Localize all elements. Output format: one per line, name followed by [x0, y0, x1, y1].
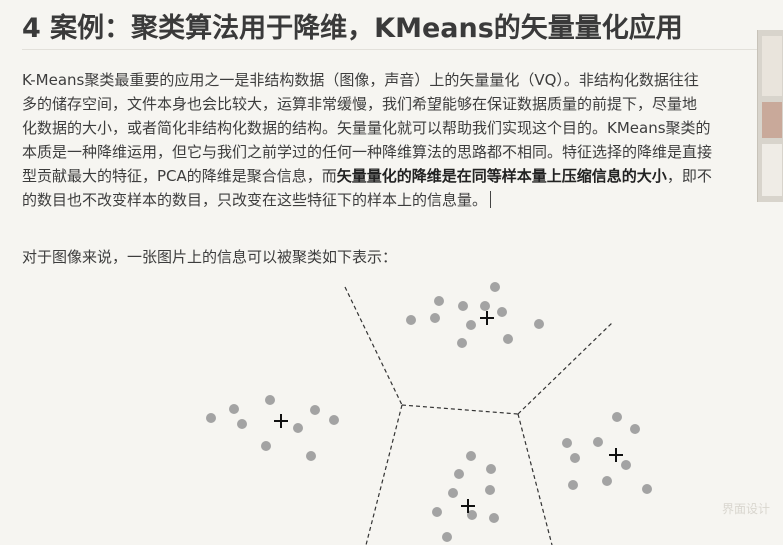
intro-sentence: 对于图像来说，一张图片上的信息可以被聚类如下表示： [22, 248, 398, 266]
bold-emphasis: 矢量量化的降维是在同等样本量上压缩信息的大小 [336, 167, 667, 185]
data-point [480, 301, 490, 311]
data-point [457, 338, 467, 348]
data-point [206, 413, 216, 423]
paragraph-line-2: 多的储存空间，文件本身也会比较大，运算非常缓慢，我们希望能够在保证数据质量的前提… [22, 95, 698, 113]
data-point [329, 415, 339, 425]
data-point [593, 437, 603, 447]
data-point [489, 513, 499, 523]
data-point [642, 484, 652, 494]
centroid-marker [480, 311, 494, 325]
data-point [602, 476, 612, 486]
boundary-center-top [401, 404, 519, 415]
data-point [621, 460, 631, 470]
data-point [568, 480, 578, 490]
data-point [454, 469, 464, 479]
thumbnail-3 [762, 144, 782, 196]
boundary-bottom-left [365, 404, 403, 545]
thumbnail-2 [762, 102, 782, 138]
centroid-marker [609, 448, 623, 462]
paragraph-line-6-text: 的数目也不改变样本的数目，只改变在这些特征下的样本上的信息量。 [22, 191, 488, 209]
side-thumbnail-strip [757, 30, 783, 202]
data-point [630, 424, 640, 434]
boundary-top-left [344, 286, 403, 406]
data-point [458, 301, 468, 311]
boundary-top-right [517, 322, 613, 415]
centroid-marker [274, 414, 288, 428]
paragraph-line-5-start: 型贡献最大的特征，PCA的降维是聚合信息，而 [22, 167, 337, 185]
data-point [306, 451, 316, 461]
article-content: 4 案例：聚类算法用于降维，KMeans的矢量量化应用 K-Means聚类最重要… [0, 0, 783, 545]
data-point [570, 453, 580, 463]
body-paragraph: K-Means聚类最重要的应用之一是非结构数据（图像，声音）上的矢量量化（VQ）… [22, 68, 782, 212]
paragraph-line-5: 型贡献最大的特征，PCA的降维是聚合信息，而矢量量化的降维是在同等样本量上压缩信… [22, 164, 782, 188]
heading-divider [22, 49, 762, 50]
paragraph-line-1: K-Means聚类最重要的应用之一是非结构数据（图像，声音）上的矢量量化（VQ）… [22, 71, 699, 89]
paragraph-line-3: 化数据的大小，或者简化非结构化数据的结构。矢量量化就可以帮助我们实现这个目的。K… [22, 119, 711, 137]
data-points [206, 282, 652, 542]
paragraph-line-4: 本质是一种降维运用，但它与我们之前学过的任何一种降维算法的思路都不相同。特征选择… [22, 143, 713, 161]
data-point [466, 320, 476, 330]
data-point [448, 488, 458, 498]
paragraph-line-6: 的数目也不改变样本的数目，只改变在这些特征下的样本上的信息量。 [22, 188, 782, 212]
data-point [490, 282, 500, 292]
thumbnail-1 [762, 36, 782, 96]
data-point [261, 441, 271, 451]
paragraph-line-5-end: ，即不 [666, 167, 712, 185]
data-point [612, 412, 622, 422]
boundary-bottom-right [517, 413, 553, 545]
data-point [432, 507, 442, 517]
data-point [486, 464, 496, 474]
data-point [293, 423, 303, 433]
data-point [265, 395, 275, 405]
data-point [497, 307, 507, 317]
voronoi-boundaries [344, 286, 613, 545]
data-point [534, 319, 544, 329]
data-point [406, 315, 416, 325]
vq-cluster-figure [206, 282, 652, 545]
data-point [503, 334, 513, 344]
data-point [434, 296, 444, 306]
data-point [562, 438, 572, 448]
data-point [310, 405, 320, 415]
data-point [237, 419, 247, 429]
text-cursor [490, 191, 492, 208]
data-point [430, 313, 440, 323]
data-point [466, 451, 476, 461]
data-point [229, 404, 239, 414]
section-heading: 4 案例：聚类算法用于降维，KMeans的矢量量化应用 [22, 13, 683, 44]
data-point [485, 485, 495, 495]
data-point [442, 532, 452, 542]
watermark: 界面设计 [722, 502, 771, 516]
